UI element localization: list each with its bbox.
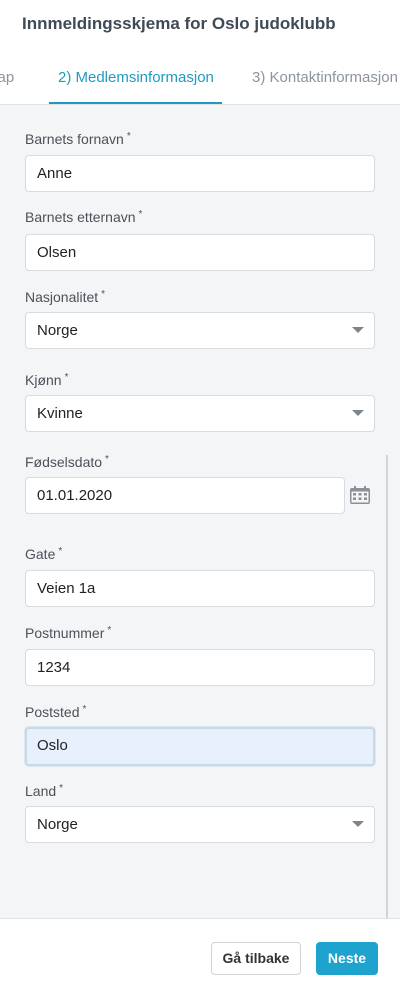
nationality-select[interactable]: Norge (25, 312, 375, 349)
page-title: Innmeldingsskjema for Oslo judoklubb (22, 14, 336, 33)
tab-member-information[interactable]: 2) Medlemsinformasjon (58, 50, 214, 104)
postal-code-label: Postnummer * (25, 625, 112, 641)
calendar-icon[interactable] (350, 486, 370, 504)
gender-label: Kjønn * (25, 372, 69, 388)
back-button[interactable]: Gå tilbake (211, 942, 301, 975)
chevron-down-icon (352, 410, 364, 416)
birthdate-field[interactable]: 01.01.2020 (25, 477, 345, 514)
header: Innmeldingsskjema for Oslo judoklubb (0, 0, 400, 50)
birthdate-label: Fødselsdato * (25, 454, 109, 470)
city-label: Poststed * (25, 704, 87, 720)
nationality-label: Nasjonalitet * (25, 289, 106, 305)
tab-contact-information[interactable]: 3) Kontaktinformasjon (252, 50, 398, 104)
first-name-label: Barnets fornavn * (25, 131, 131, 147)
last-name-label: Barnets etternavn * (25, 209, 143, 225)
city-field[interactable]: Oslo (25, 727, 375, 766)
first-name-field[interactable]: Anne (25, 155, 375, 192)
last-name-field[interactable]: Olsen (25, 234, 375, 271)
active-tab-indicator (49, 102, 222, 104)
chevron-down-icon (352, 821, 364, 827)
tab-membership[interactable]: kap (0, 50, 14, 104)
street-field[interactable]: Veien 1a (25, 570, 375, 607)
street-label: Gate * (25, 546, 63, 562)
country-select[interactable]: Norge (25, 806, 375, 843)
country-label: Land * (25, 783, 64, 799)
scrollbar[interactable] (386, 455, 388, 918)
gender-select[interactable]: Kvinne (25, 395, 375, 432)
next-button[interactable]: Neste (316, 942, 378, 975)
postal-code-field[interactable]: 1234 (25, 649, 375, 686)
step-tabs: kap 2) Medlemsinformasjon 3) Kontaktinfo… (0, 50, 400, 105)
chevron-down-icon (352, 327, 364, 333)
footer: Gå tilbake Neste (0, 918, 400, 986)
